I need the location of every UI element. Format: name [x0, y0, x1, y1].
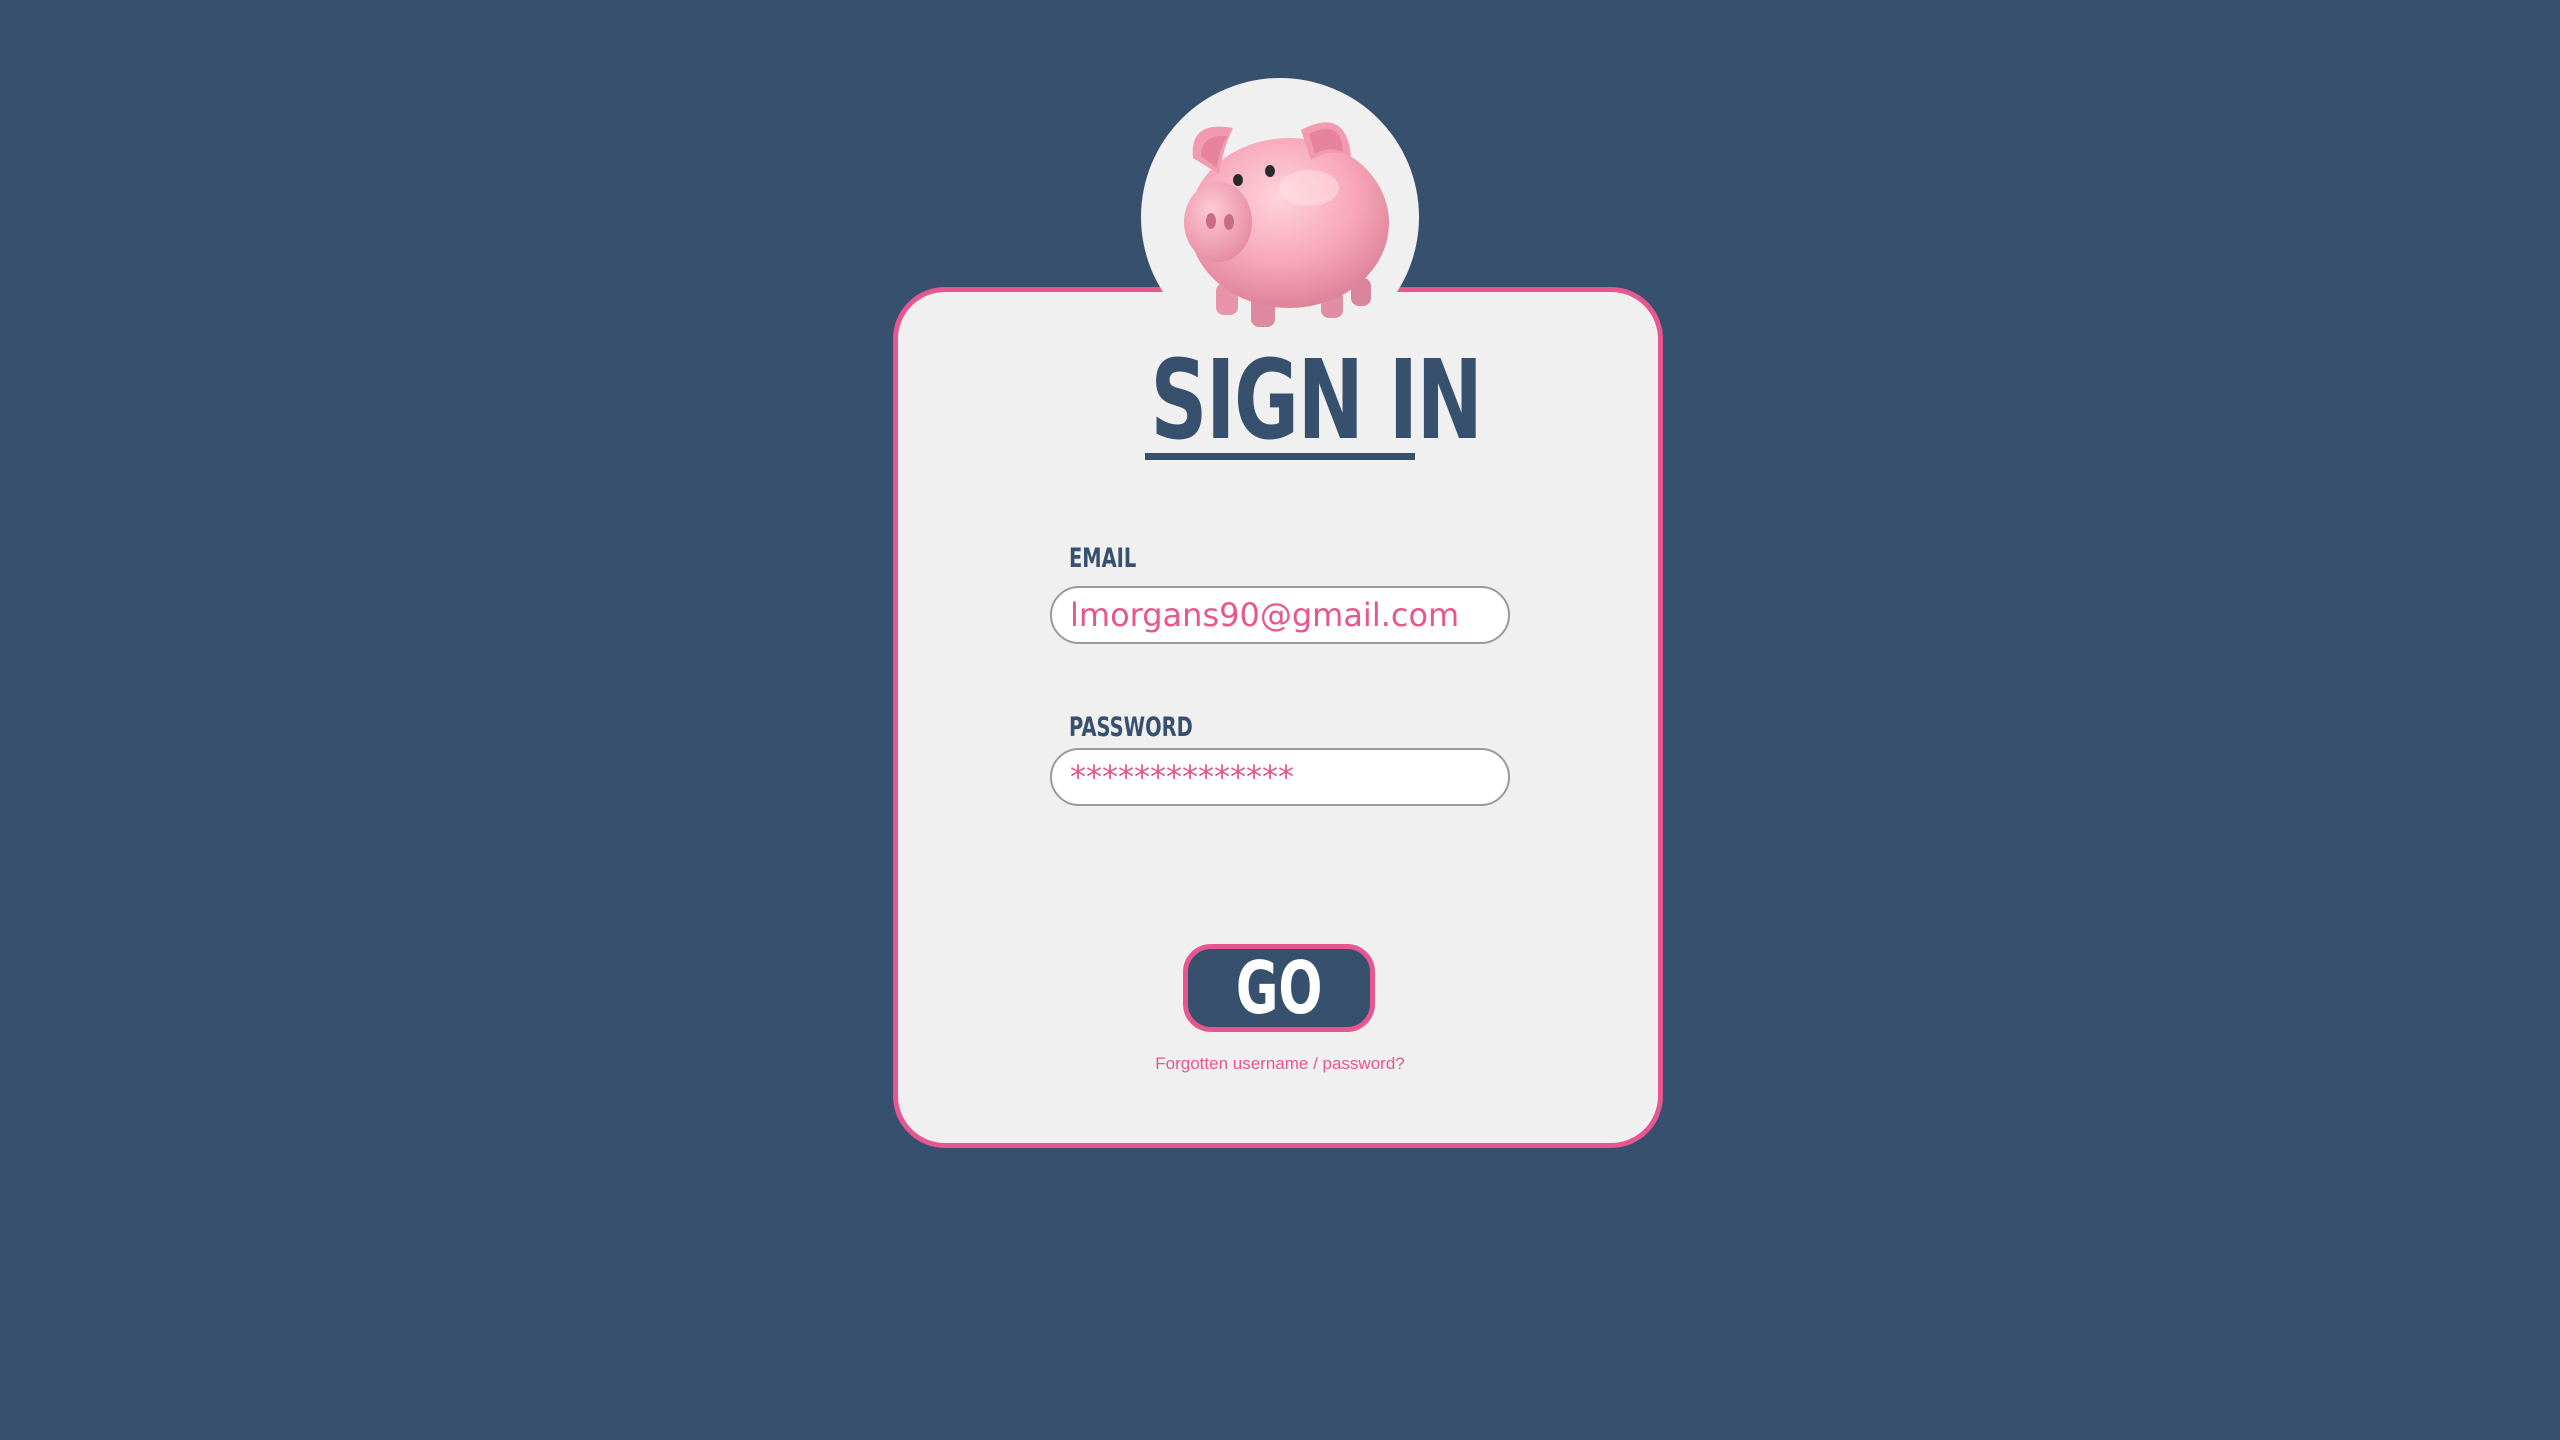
go-button[interactable]: GO — [1183, 944, 1375, 1032]
page-title: SIGN IN — [1150, 336, 1482, 464]
go-button-label: GO — [1235, 946, 1323, 1030]
piggy-bank-avatar — [1141, 78, 1419, 356]
title-underline — [1145, 453, 1415, 460]
password-label: PASSWORD — [1069, 712, 1193, 743]
email-field[interactable] — [1050, 586, 1510, 644]
password-field[interactable] — [1050, 748, 1510, 806]
forgot-password-link[interactable]: Forgotten username / password? — [1080, 1053, 1480, 1075]
piggy-bank-icon — [1184, 122, 1389, 327]
email-label: EMAIL — [1069, 543, 1137, 574]
page-background: SIGN IN EMAIL PASSWORD GO Forgotten user… — [0, 0, 2560, 1440]
